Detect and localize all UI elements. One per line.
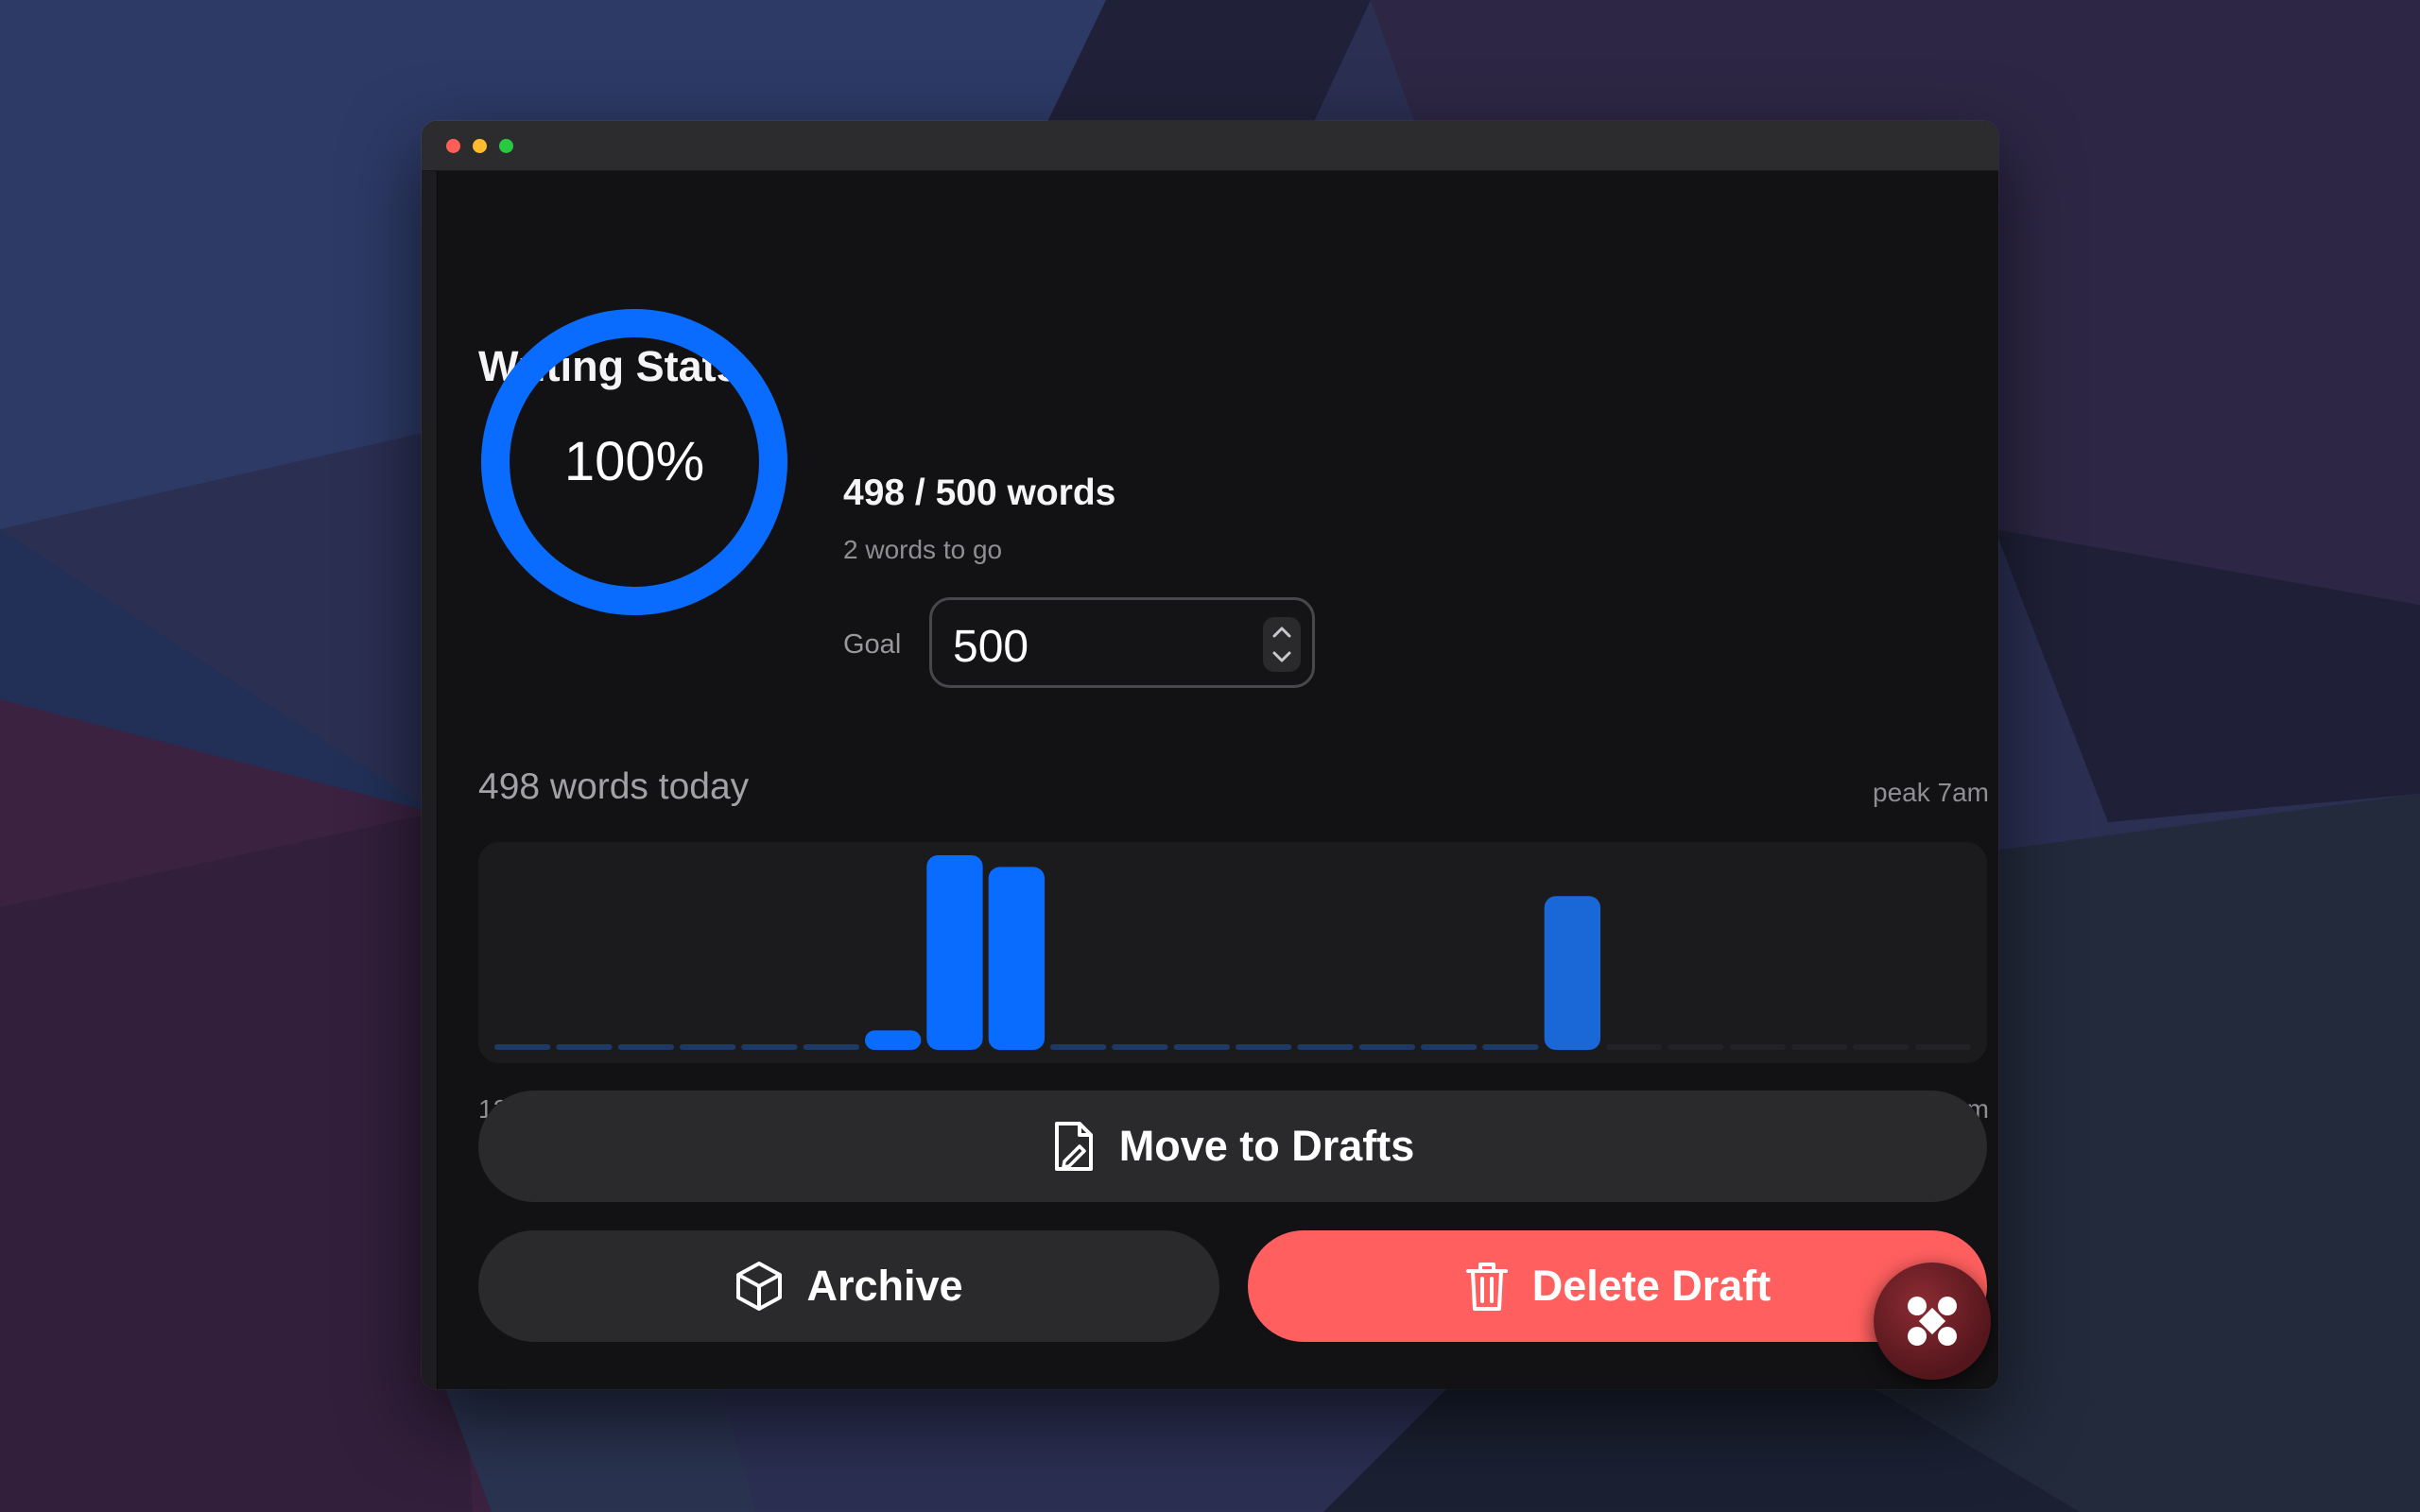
bar-8am: [988, 867, 1045, 1050]
sidebar-edge: [422, 171, 438, 1389]
bar-4am: [741, 1044, 798, 1050]
bar-2am: [617, 1044, 674, 1050]
bar-6am: [865, 1030, 922, 1050]
bar-9pm: [1791, 1044, 1848, 1050]
bar-3am: [680, 1044, 736, 1050]
bar-10am: [1112, 1044, 1168, 1050]
bar-2pm: [1358, 1044, 1415, 1050]
bar-7pm: [1668, 1044, 1724, 1050]
goal-label: Goal: [843, 629, 902, 660]
close-window-icon[interactable]: [446, 139, 460, 153]
bar-11pm: [1914, 1044, 1971, 1050]
peak-hour: peak 7am: [1873, 778, 1989, 807]
bar-12pm: [1236, 1044, 1292, 1050]
goal-stepper[interactable]: [1263, 617, 1301, 672]
bar-8pm: [1729, 1044, 1786, 1050]
move-to-drafts-label: Move to Drafts: [1118, 1122, 1415, 1170]
archive-label: Archive: [806, 1262, 963, 1310]
bar-1am: [556, 1044, 613, 1050]
bar-1pm: [1297, 1044, 1354, 1050]
goal-value[interactable]: 500: [953, 621, 1028, 673]
archive-button[interactable]: Archive: [478, 1230, 1219, 1342]
zoom-window-icon[interactable]: [499, 139, 513, 153]
bar-3pm: [1421, 1044, 1478, 1050]
words-today: 498 words today: [478, 766, 750, 807]
app-logo-icon: [1908, 1297, 1957, 1346]
bar-12am: [494, 1044, 551, 1050]
document-edit-icon: [1054, 1122, 1093, 1171]
chevron-down-icon[interactable]: [1272, 651, 1291, 662]
chevron-up-icon[interactable]: [1272, 627, 1291, 638]
bar-5am: [803, 1044, 859, 1050]
bar-6pm: [1606, 1044, 1663, 1050]
archive-box-icon: [736, 1262, 783, 1311]
delete-draft-label: Delete Draft: [1531, 1262, 1772, 1310]
bar-4pm: [1482, 1044, 1539, 1050]
bar-10pm: [1853, 1044, 1910, 1050]
hourly-words-chart: [494, 855, 1971, 1050]
goal-input[interactable]: 500: [929, 597, 1315, 688]
bar-9am: [1050, 1044, 1107, 1050]
move-to-drafts-button[interactable]: Move to Drafts: [478, 1091, 1987, 1202]
minimize-window-icon[interactable]: [473, 139, 487, 153]
progress-percent: 100%: [563, 431, 705, 492]
words-remaining: 2 words to go: [843, 535, 1003, 564]
window-titlebar[interactable]: [422, 121, 1998, 171]
writing-stats-window: Writing Stats 100% 498 / 500 words 2 wor…: [422, 121, 1998, 1389]
trash-icon: [1465, 1263, 1508, 1311]
word-count-headline: 498 / 500 words: [843, 472, 1116, 513]
bar-7am: [926, 855, 983, 1050]
floating-action-button[interactable]: [1874, 1263, 1991, 1380]
bar-11am: [1173, 1044, 1230, 1050]
bar-5pm: [1544, 896, 1600, 1050]
